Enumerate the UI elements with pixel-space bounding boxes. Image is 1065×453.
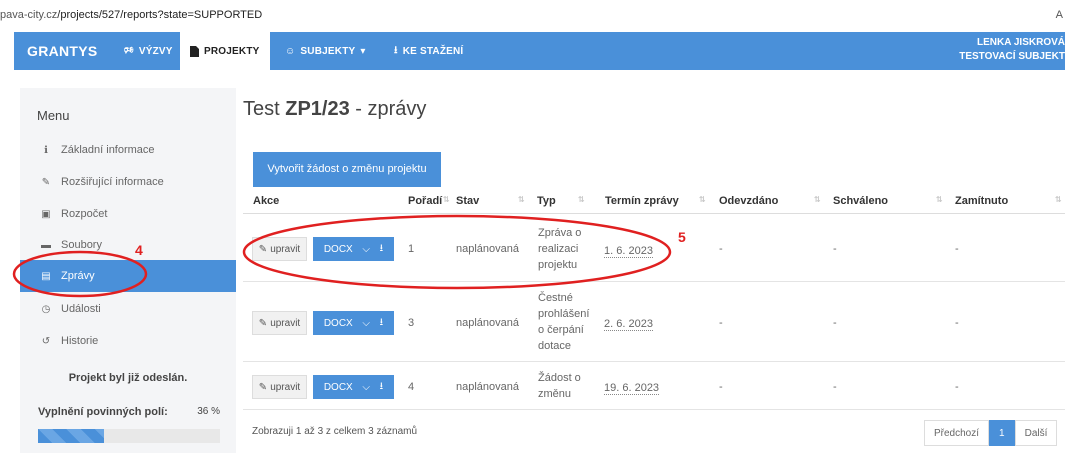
annotation-ellipse-row	[242, 214, 672, 290]
annotation-layer	[12, 214, 672, 298]
annotation-ellipse-zpravy	[12, 250, 148, 298]
annotation-label-4: 4	[135, 242, 143, 258]
annotation-label-5: 5	[678, 229, 686, 245]
